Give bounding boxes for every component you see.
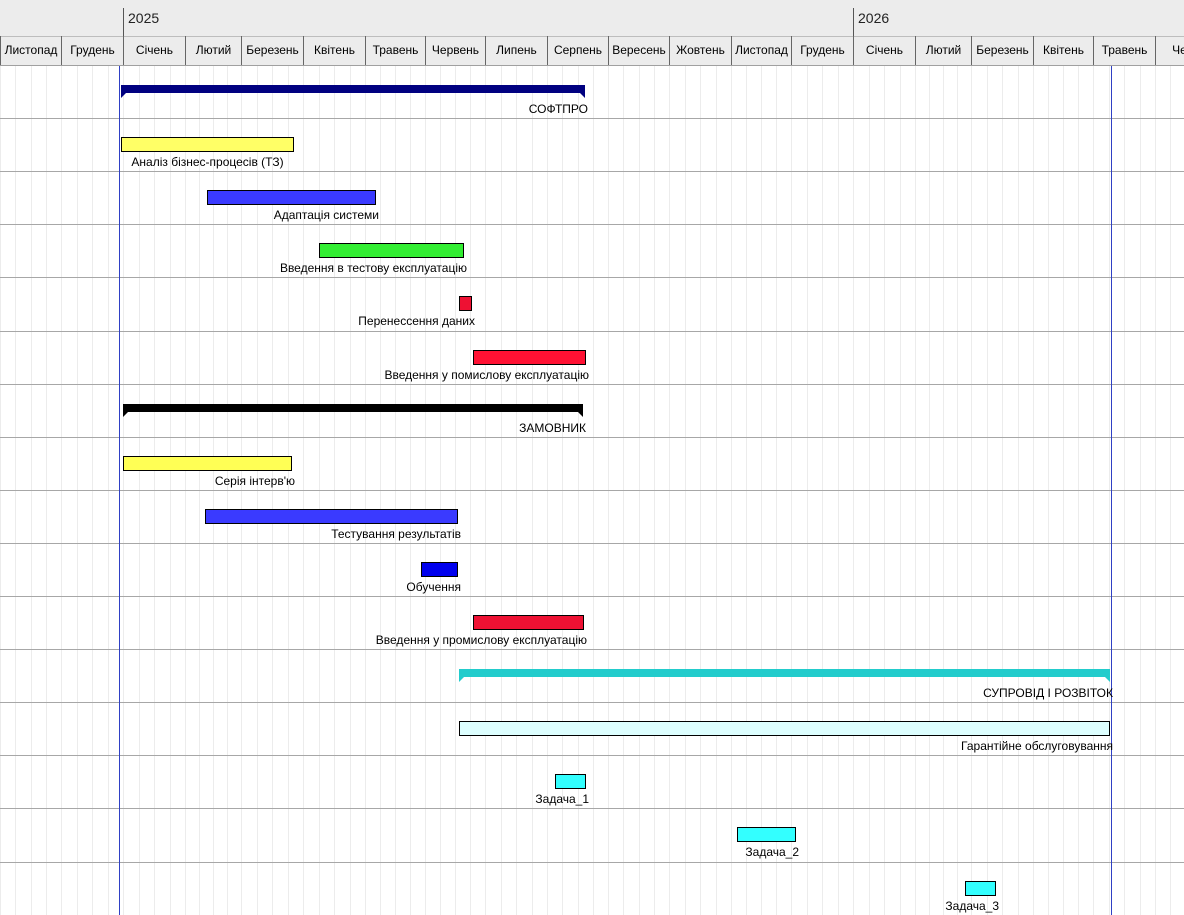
month-label: Червень [431,43,480,57]
month-tick [971,36,972,65]
task-bar[interactable] [319,243,464,258]
year-label: 2026 [858,10,890,26]
row-divider [0,702,1184,703]
month-label: Січень [865,43,904,57]
month-label: Грудень [800,43,845,57]
summary-bar[interactable] [123,404,583,417]
month-tick [608,36,609,65]
task-label: Введення в тестову експлуатацію [279,261,467,275]
gantt-chart: 2025 2026 Листопад Грудень Січень Лютий Бере… [0,0,1184,915]
month-label: Січень [135,43,174,57]
task-bar[interactable] [121,137,294,152]
year-label: 2025 [128,10,160,26]
month-tick [303,36,304,65]
row-divider [0,490,1184,491]
month-label: Травень [372,43,419,57]
month-tick [1093,36,1094,65]
month-tick [1033,36,1034,65]
task-bar[interactable] [421,562,458,577]
year-tick [123,8,124,37]
row-divider [0,277,1184,278]
month-tick [61,36,62,65]
task-label: СУПРОВІД І РОЗВІТОК [983,686,1113,700]
row-divider [0,808,1184,809]
task-label: Введення у промислову експлуатацію [375,633,587,647]
month-label: Березень [246,43,299,57]
month-tick [547,36,548,65]
month-label: Лютий [925,43,962,57]
task-label: Гарантійне обслуговування [961,739,1113,753]
month-label: Лютий [195,43,232,57]
task-bar[interactable] [965,881,996,896]
month-tick [1155,36,1156,65]
task-bar[interactable] [459,721,1110,736]
month-tick [425,36,426,65]
task-label: СОФТПРО [528,102,588,116]
task-bar[interactable] [555,774,586,789]
task-label: Перенессення даних [358,314,475,328]
month-label: Серпень [553,43,603,57]
row-divider [0,224,1184,225]
task-label: Введення у помислову експлуатацію [384,368,589,382]
month-label: Квітень [314,43,355,57]
month-label: Квітень [1043,43,1084,57]
summary-bar[interactable] [459,669,1110,682]
task-bar[interactable] [737,827,796,842]
month-label: Жовтень [676,43,725,57]
task-label: ЗАМОВНИК [519,421,586,435]
month-tick [123,36,124,65]
month-label: Травень [1101,43,1148,57]
summary-bar[interactable] [121,85,585,98]
month-label: Листопад [4,43,58,57]
month-label: Черв [1172,43,1184,57]
task-label: Аналіз бізнес-процесів (ТЗ) [131,155,284,169]
task-bar[interactable] [459,296,472,311]
task-label: Адаптація системи [273,208,379,222]
row-divider [0,384,1184,385]
task-bar[interactable] [473,615,584,630]
row-divider [0,596,1184,597]
timescale-separator [0,36,1184,37]
row-divider [0,543,1184,544]
task-label: Тестування результатів [331,527,461,541]
row-divider [0,862,1184,863]
task-bar[interactable] [473,350,586,365]
row-divider [0,118,1184,119]
task-label: Серія інтерв'ю [214,474,295,488]
row-divider [0,171,1184,172]
month-label: Листопад [735,43,788,57]
month-tick [669,36,670,65]
month-tick [915,36,916,65]
task-label: Обучення [406,580,461,594]
task-label: Задача_1 [535,792,589,806]
month-tick [241,36,242,65]
year-tick [853,8,854,37]
month-tick [185,36,186,65]
month-label: Липень [496,43,537,57]
month-tick [365,36,366,65]
row-divider [0,331,1184,332]
task-label: Задача_2 [745,845,799,859]
task-label: Задача_3 [945,899,999,913]
task-bar[interactable] [123,456,292,471]
month-tick [485,36,486,65]
task-bar[interactable] [207,190,376,205]
month-tick [853,36,854,65]
month-tick [731,36,732,65]
month-tick [0,36,1,65]
month-label: Вересень [612,43,666,57]
project-end-marker [1111,66,1112,915]
row-divider [0,437,1184,438]
task-bar[interactable] [205,509,458,524]
month-label: Грудень [70,43,115,57]
project-start-marker [119,66,120,915]
row-divider [0,649,1184,650]
month-label: Березень [976,43,1029,57]
row-divider [0,755,1184,756]
month-tick [791,36,792,65]
